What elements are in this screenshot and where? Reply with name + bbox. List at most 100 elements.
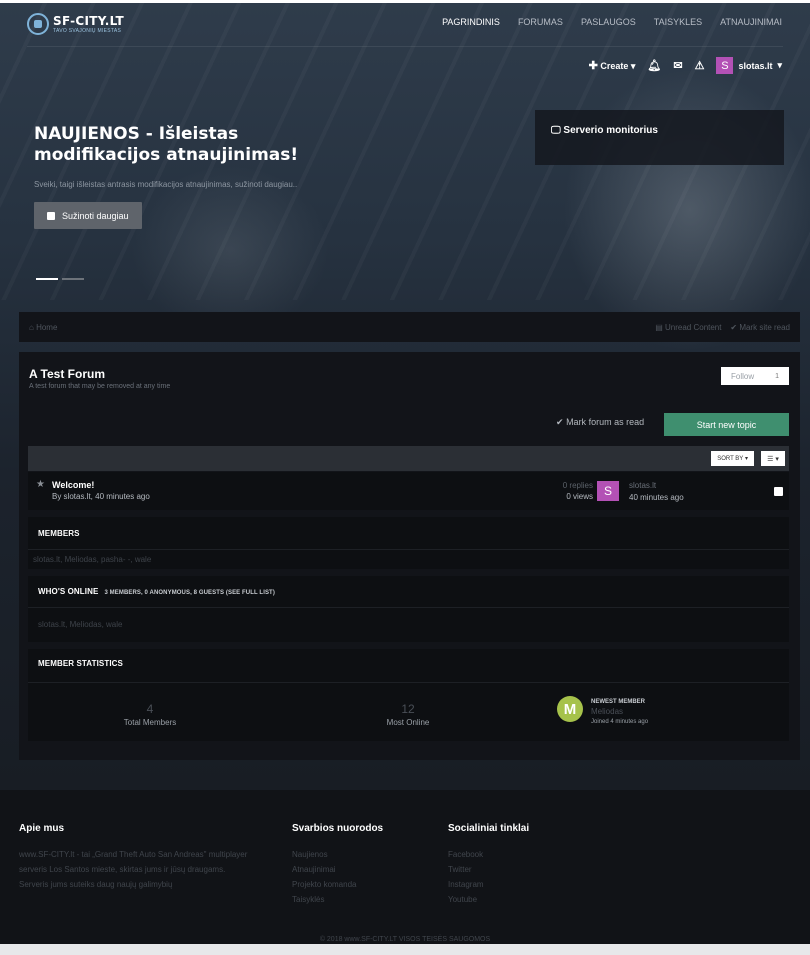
mark-site-read-link[interactable]: ✔ Mark site read xyxy=(730,323,790,332)
topic-author: By slotas.lt, 40 minutes ago xyxy=(52,492,150,501)
topic-select-checkbox[interactable] xyxy=(774,487,783,496)
unread-content-link[interactable]: ▤ Unread Content xyxy=(655,323,721,332)
nav-item-taisykles[interactable]: TAISYKLES xyxy=(654,17,702,27)
forum-description: A test forum that may be removed at any … xyxy=(29,383,171,390)
footer-link-atnaujinimai[interactable]: Atnaujinimai xyxy=(292,862,383,877)
bottom-strip xyxy=(0,944,810,955)
breadcrumb: ⌂ Home ▤ Unread Content ✔ Mark site read xyxy=(19,312,800,342)
copyright: © 2018 www.SF-CITY.LT VISOS TEISĖS SAUGO… xyxy=(319,936,491,943)
breadcrumb-home-label: Home xyxy=(36,322,58,332)
follow-count: 1 xyxy=(775,372,779,380)
nav-item-forumas[interactable]: FORUMAS xyxy=(518,17,563,27)
logo-subtitle: TAVO SVAJONIŲ MIESTAS xyxy=(53,28,122,34)
username-label: slotas.lt xyxy=(738,60,773,71)
main-nav: PAGRINDINIS FORUMAS PASLAUGOS TAISYKLES … xyxy=(442,17,782,27)
most-online-stat: 12 Most Online xyxy=(348,702,468,727)
site-logo[interactable]: SF-CITY.LT TAVO SVAJONIŲ MIESTAS xyxy=(27,13,124,35)
user-menu[interactable]: S slotas.lt ▾ xyxy=(716,57,782,74)
footer-link-youtube[interactable]: Youtube xyxy=(448,892,529,907)
caret-down-icon: ▾ xyxy=(630,61,636,71)
footer-links-title: Svarbios nuorodos xyxy=(292,823,384,834)
whos-online-header: WHO'S ONLINE 3 MEMBERS, 0 ANONYMOUS, 8 GU… xyxy=(38,587,275,596)
follow-label: Follow xyxy=(731,371,755,381)
newest-member-info: NEWEST MEMBER Meliodas Joined 4 minutes … xyxy=(591,697,648,727)
footer-link-naujienos[interactable]: Naujienos xyxy=(292,847,383,862)
forum-title: A Test Forum xyxy=(29,367,106,381)
user-bar: ✚ Create ▾ 🔔︎ ✉ ⚠ S slotas.lt ▾ xyxy=(589,57,782,74)
total-members-stat: 4 Total Members xyxy=(90,702,210,727)
star-icon: ★ xyxy=(36,479,45,490)
create-label: Create xyxy=(600,61,629,71)
envelope-icon[interactable]: ✉ xyxy=(673,59,682,72)
nav-item-atnaujinimai[interactable]: ATNAUJINIMAI xyxy=(720,17,782,27)
total-members-value: 4 xyxy=(146,702,154,716)
total-members-label: Total Members xyxy=(123,718,177,727)
user-avatar: S xyxy=(716,57,734,74)
footer-about-line: serveris Los Santos mieste, skirtas jums… xyxy=(19,865,226,874)
plus-square-icon xyxy=(47,211,55,220)
footer-link-taisykles[interactable]: Taisyklės xyxy=(292,892,383,907)
footer-link-projekto-komanda[interactable]: Projekto komanda xyxy=(292,877,383,892)
list-icon: ☰ xyxy=(767,455,774,463)
footer-about-line: www.SF-CITY.lt - tai „Grand Theft Auto S… xyxy=(19,850,248,859)
topic-views: 0 views xyxy=(566,492,593,501)
members-list[interactable]: slotas.lt, Meliodas, pasha- -, wale xyxy=(33,555,151,564)
monitor-icon: 🖵︎ xyxy=(551,125,561,136)
topic-title[interactable]: Welcome! xyxy=(52,480,94,490)
follow-button[interactable]: Follow 1 xyxy=(721,367,789,385)
mark-site-read-label: Mark site read xyxy=(739,322,790,332)
footer-link-instagram[interactable]: Instagram xyxy=(448,877,529,892)
check-icon: ✔ xyxy=(556,417,564,427)
topic-list-header: SORT BY ▾ ☰ ▾ xyxy=(28,446,789,471)
member-statistics-title: MEMBER STATISTICS xyxy=(38,659,123,668)
carousel-dot-1[interactable] xyxy=(36,278,58,280)
most-online-value: 12 xyxy=(401,702,415,716)
newest-member-name[interactable]: Meliodas xyxy=(591,707,648,717)
carousel-indicators xyxy=(36,278,84,280)
list-icon: ▤ xyxy=(655,322,663,332)
most-online-label: Most Online xyxy=(386,718,430,727)
logo-emblem-icon xyxy=(27,13,49,35)
whos-online-title: WHO'S ONLINE xyxy=(38,587,99,596)
server-monitor-panel: 🖵︎ Serverio monitorius xyxy=(535,110,784,165)
footer-links: Svarbios nuorodos Naujienos Atnaujinimai… xyxy=(292,823,383,907)
newest-member-avatar[interactable]: M xyxy=(557,696,583,722)
online-counts[interactable]: 3 MEMBERS, 0 ANONYMOUS, 8 GUESTS (SEE FU… xyxy=(104,590,275,596)
footer-about-title: Apie mus xyxy=(19,823,65,834)
warning-icon[interactable]: ⚠ xyxy=(695,59,705,72)
start-new-topic-button[interactable]: Start new topic xyxy=(664,413,789,436)
footer-link-facebook[interactable]: Facebook xyxy=(448,847,529,862)
breadcrumb-home[interactable]: ⌂ Home xyxy=(29,323,57,332)
mark-forum-read-label: Mark forum as read xyxy=(566,417,645,427)
create-menu[interactable]: ✚ Create ▾ xyxy=(589,59,636,72)
check-icon: ✔ xyxy=(730,322,738,332)
newest-member-label: NEWEST MEMBER xyxy=(591,699,645,705)
member-statistics-block: MEMBER STATISTICS 4 Total Members 12 Mos… xyxy=(28,649,789,741)
hero-subtitle: Sveiki, taigi išleistas antrasis modifik… xyxy=(34,180,298,189)
members-block: MEMBERS slotas.lt, Meliodas, pasha- -, w… xyxy=(28,517,789,569)
mark-forum-read-link[interactable]: ✔ Mark forum as read xyxy=(556,417,644,428)
footer-link-twitter[interactable]: Twitter xyxy=(448,862,529,877)
nav-item-paslaugos[interactable]: PASLAUGOS xyxy=(581,17,636,27)
learn-more-button[interactable]: Sužinoti daugiau xyxy=(34,202,142,229)
last-post-time: 40 minutes ago xyxy=(629,493,684,502)
hero-title[interactable]: NAUJIENOS - Išleistas modifikacijos atna… xyxy=(34,124,364,166)
sort-by-button[interactable]: SORT BY ▾ xyxy=(711,451,754,466)
carousel-dot-2[interactable] xyxy=(62,278,84,280)
online-list[interactable]: slotas.lt, Meliodas, wale xyxy=(38,620,122,629)
newest-member-joined: Joined 4 minutes ago xyxy=(591,719,649,725)
members-title: MEMBERS xyxy=(38,529,80,538)
nav-item-pagrindinis[interactable]: PAGRINDINIS xyxy=(442,17,500,27)
topic-replies: 0 replies xyxy=(562,481,593,490)
topic-row[interactable]: ★ Welcome! By slotas.lt, 40 minutes ago … xyxy=(28,472,789,510)
last-poster-name[interactable]: slotas.lt xyxy=(629,480,684,492)
bell-icon[interactable]: 🔔︎ xyxy=(647,59,661,72)
home-icon: ⌂ xyxy=(29,322,34,332)
unread-content-label: Unread Content xyxy=(665,322,722,332)
top-border xyxy=(0,0,810,3)
last-poster-avatar[interactable]: S xyxy=(597,481,619,501)
footer-about: Apie mus www.SF-CITY.lt - tai „Grand The… xyxy=(19,823,247,892)
view-toggle-button[interactable]: ☰ ▾ xyxy=(761,451,785,466)
logo-title: SF-CITY.LT xyxy=(53,14,125,28)
last-post-info: slotas.lt 40 minutes ago xyxy=(629,480,684,504)
